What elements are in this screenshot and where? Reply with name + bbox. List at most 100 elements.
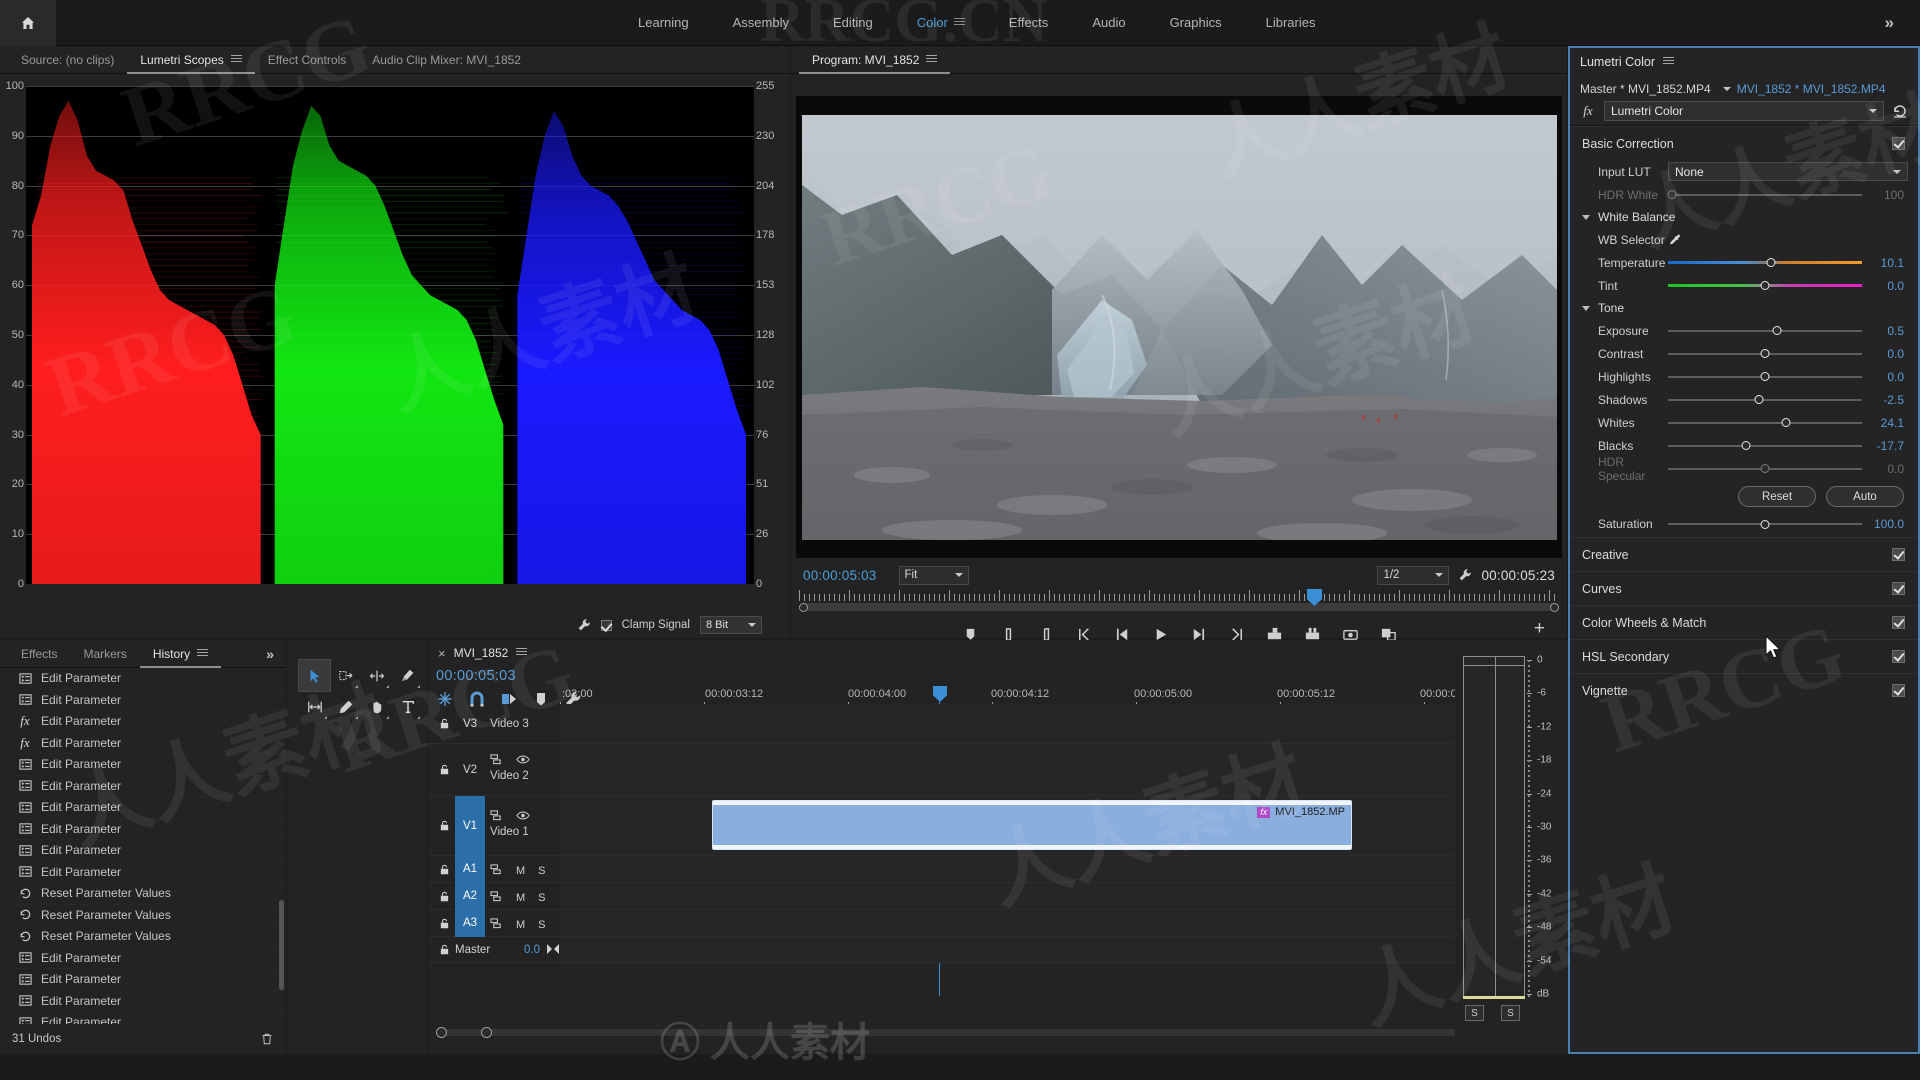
button-editor-add[interactable]: + xyxy=(1534,619,1545,639)
track-lane[interactable] xyxy=(560,704,1568,743)
whites-slider[interactable] xyxy=(1668,416,1862,430)
history-item[interactable]: Edit Parameter xyxy=(0,797,286,819)
playback-resolution-select[interactable]: 1/2 xyxy=(1377,566,1449,585)
tab-audio-clip-mixer-mvi-1852[interactable]: Audio Clip Mixer: MVI_1852 xyxy=(359,46,534,74)
track-lane[interactable] xyxy=(560,910,1568,936)
contrast-value[interactable]: 0.0 xyxy=(1862,347,1908,361)
highlights-slider[interactable] xyxy=(1668,370,1862,384)
scrubber-start-handle[interactable] xyxy=(799,603,808,612)
track-lane[interactable] xyxy=(560,883,1568,909)
timeline-clip[interactable]: fx MVI_1852.MP xyxy=(712,800,1352,850)
section-basic-correction-checkbox[interactable] xyxy=(1892,137,1905,150)
chevron-down-icon[interactable] xyxy=(1723,87,1731,91)
sync-lock-icon[interactable] xyxy=(490,754,503,768)
history-item[interactable]: Edit Parameter xyxy=(0,690,286,712)
track-lock-icon[interactable] xyxy=(439,718,451,730)
temperature-slider[interactable] xyxy=(1668,256,1862,270)
history-item[interactable]: Edit Parameter xyxy=(0,819,286,841)
type-tool[interactable] xyxy=(392,691,423,722)
history-item[interactable]: Reset Parameter Values xyxy=(0,883,286,905)
history-scrollbar[interactable] xyxy=(279,900,284,990)
tab-source-no-clips[interactable]: Source: (no clips) xyxy=(8,46,127,74)
scroll-left-handle[interactable] xyxy=(436,1027,447,1038)
settings-wrench-icon[interactable] xyxy=(1458,568,1472,582)
tab-markers[interactable]: Markers xyxy=(70,640,139,668)
tab-lumetri-scopes[interactable]: Lumetri Scopes xyxy=(127,46,254,74)
section-creative[interactable]: Creative xyxy=(1570,537,1918,571)
track-lock-icon[interactable] xyxy=(439,944,451,956)
tint-slider[interactable] xyxy=(1668,279,1862,293)
mute-track-button[interactable]: M xyxy=(516,892,525,904)
track-lane[interactable] xyxy=(560,856,1568,882)
section-curves[interactable]: Curves xyxy=(1570,571,1918,605)
panel-menu-icon[interactable] xyxy=(926,53,937,67)
sync-lock-icon[interactable] xyxy=(490,918,503,932)
rgb-parade-scope[interactable] xyxy=(26,86,754,584)
bit-depth-select[interactable]: 8 Bit xyxy=(700,616,762,634)
history-item[interactable]: fx Edit Parameter xyxy=(0,733,286,755)
master-volume-value[interactable]: 0.0 xyxy=(524,944,540,956)
exposure-slider[interactable] xyxy=(1668,324,1862,338)
track-target-v3[interactable]: V3 xyxy=(455,716,485,732)
hdr-white-value[interactable]: 100 xyxy=(1862,188,1908,202)
track-lock-icon[interactable] xyxy=(439,918,451,930)
section-creative-checkbox[interactable] xyxy=(1892,548,1905,561)
scrubber-end-handle[interactable] xyxy=(1550,603,1559,612)
tab-history[interactable]: History xyxy=(140,640,221,668)
razor-tool[interactable] xyxy=(392,660,423,691)
whites-value[interactable]: 24.1 xyxy=(1862,416,1908,430)
track-lane[interactable] xyxy=(560,744,1568,795)
white-balance-group[interactable]: White Balance xyxy=(1570,206,1918,228)
home-button[interactable] xyxy=(0,0,56,46)
program-current-time[interactable]: 00:00:05:03 xyxy=(803,568,877,583)
reset-effect-icon[interactable] xyxy=(1892,103,1908,119)
solo-track-button[interactable]: S xyxy=(538,865,545,877)
tint-value[interactable]: 0.0 xyxy=(1862,279,1908,293)
workspace-tab-color[interactable]: Color xyxy=(895,0,987,46)
contrast-slider[interactable] xyxy=(1668,347,1862,361)
history-item[interactable]: Edit Parameter xyxy=(0,668,286,690)
hdr-white-slider[interactable] xyxy=(1668,188,1862,202)
tab-effect-controls[interactable]: Effect Controls xyxy=(255,46,359,74)
workspace-tab-learning[interactable]: Learning xyxy=(616,0,711,46)
track-target-a3[interactable]: A3 xyxy=(455,910,485,937)
clamp-signal-checkbox[interactable] xyxy=(601,620,612,631)
scrubber-bar[interactable] xyxy=(799,603,1559,611)
blacks-slider[interactable] xyxy=(1668,439,1862,453)
track-target-a1[interactable]: A1 xyxy=(455,856,485,883)
history-item[interactable]: fx Edit Parameter xyxy=(0,711,286,733)
shadows-value[interactable]: -2.5 xyxy=(1862,393,1908,407)
track-target-a2[interactable]: A2 xyxy=(455,883,485,910)
solo-track-button[interactable]: S xyxy=(538,892,545,904)
tab-effects[interactable]: Effects xyxy=(8,640,70,668)
section-vignette-checkbox[interactable] xyxy=(1892,684,1905,697)
timeline-playhead-time[interactable]: 00:00:05:03 xyxy=(436,668,516,684)
exposure-value[interactable]: 0.5 xyxy=(1862,324,1908,338)
master-clip-label[interactable]: Master * MVI_1852.MP4 xyxy=(1580,82,1711,96)
highlights-value[interactable]: 0.0 xyxy=(1862,370,1908,384)
history-item[interactable]: Edit Parameter xyxy=(0,862,286,884)
eyedropper-icon[interactable] xyxy=(1668,233,1682,247)
hdr-specular-slider[interactable] xyxy=(1668,462,1862,476)
selection-tool[interactable] xyxy=(299,660,330,691)
mute-track-button[interactable]: M xyxy=(516,919,525,931)
section-vignette[interactable]: Vignette xyxy=(1570,673,1918,707)
panel-menu-icon[interactable] xyxy=(1663,55,1674,69)
history-item[interactable]: Reset Parameter Values xyxy=(0,905,286,927)
history-panel-overflow-button[interactable]: » xyxy=(266,646,274,662)
workspace-tab-libraries[interactable]: Libraries xyxy=(1244,0,1338,46)
history-item[interactable]: Reset Parameter Values xyxy=(0,926,286,948)
temperature-value[interactable]: 10.1 xyxy=(1862,256,1908,270)
history-item[interactable]: Edit Parameter xyxy=(0,969,286,991)
saturation-slider[interactable] xyxy=(1668,517,1862,531)
history-item[interactable]: Edit Parameter xyxy=(0,1012,286,1024)
hdr-specular-value[interactable]: 0.0 xyxy=(1862,462,1908,476)
active-clip-label[interactable]: MVI_1852 * MVI_1852.MP4 xyxy=(1737,82,1886,96)
timeline-horizontal-scrollbar[interactable] xyxy=(436,1027,1556,1038)
blacks-value[interactable]: -17.7 xyxy=(1862,439,1908,453)
track-lane[interactable]: fx MVI_1852.MP xyxy=(560,796,1568,855)
workspace-tab-editing[interactable]: Editing xyxy=(811,0,895,46)
section-hsl-secondary[interactable]: HSL Secondary xyxy=(1570,639,1918,673)
track-output-eye-icon[interactable] xyxy=(516,810,530,824)
section-color-wheels-checkbox[interactable] xyxy=(1892,616,1905,629)
